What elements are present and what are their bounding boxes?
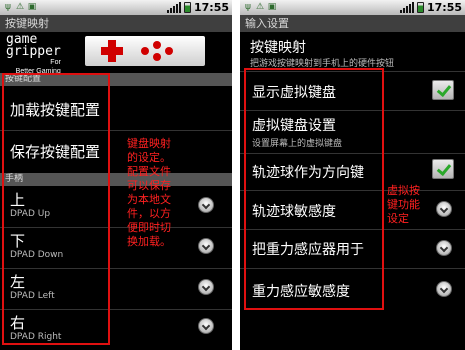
- gamegripper-logo: game gripper For Better Gaming: [6, 33, 61, 76]
- signal-icon: [166, 2, 181, 13]
- annotation-frame: [244, 68, 384, 310]
- annotation-text: 虚拟按 键功能 设定: [387, 184, 420, 226]
- annotation-line: 配置文件: [127, 165, 171, 178]
- annotation-line: 键盘映射: [127, 137, 171, 150]
- annotation-line: 设定: [387, 212, 409, 225]
- status-bar: ψ ⚠ ▣ 17:55: [240, 0, 465, 15]
- key-mapping-label: 按键映射: [250, 40, 306, 56]
- app-title: 按键映射: [0, 15, 232, 32]
- logo-text: gripper: [6, 44, 61, 59]
- annotation-line: 换加载。: [127, 235, 171, 248]
- check-icon[interactable]: [432, 80, 454, 100]
- annotation-line: 便即时切: [127, 221, 171, 234]
- gamepad-image: [85, 36, 205, 66]
- gamepad-button: [165, 47, 173, 55]
- dropdown-icon[interactable]: [198, 197, 214, 213]
- usb-icon: ψ: [5, 2, 11, 12]
- annotation-line: 可以保存: [127, 179, 171, 192]
- clock: 17:55: [426, 1, 462, 14]
- status-bar: ψ ⚠ ▣ 17:55: [0, 0, 232, 15]
- gamepad-button: [153, 41, 161, 49]
- annotation-line: 键功能: [387, 198, 420, 211]
- signal-icon: [399, 2, 414, 13]
- left-screen: ψ ⚠ ▣ 17:55 按键映射 game gripper For Better…: [0, 0, 232, 350]
- annotation-line: 的设定。: [127, 151, 171, 164]
- battery-icon: [183, 2, 191, 13]
- usb-icon: ψ: [245, 2, 251, 12]
- battery-icon: [416, 2, 424, 13]
- logo-sub: For: [50, 59, 61, 66]
- key-mapping-item[interactable]: 按键映射 把游戏按键映射到手机上的硬件按钮: [240, 33, 465, 72]
- app-title: 输入设置: [240, 15, 465, 32]
- dropdown-icon[interactable]: [198, 318, 214, 334]
- alert-icon: ⚠: [15, 2, 25, 12]
- alert-icon: ⚠: [255, 2, 265, 12]
- dropdown-icon[interactable]: [198, 238, 214, 254]
- game-icon: ▣: [267, 2, 277, 12]
- dropdown-icon[interactable]: [436, 281, 452, 297]
- annotation-line: 虚拟按: [387, 184, 420, 197]
- dropdown-icon[interactable]: [198, 279, 214, 295]
- dropdown-icon[interactable]: [436, 201, 452, 217]
- clock: 17:55: [193, 1, 229, 14]
- annotation-frame: [2, 73, 110, 345]
- gamepad-button: [141, 47, 149, 55]
- annotation-text: 键盘映射 的设定。 配置文件 可以保存 为本地文 件，以方 便即时切 换加载。: [127, 137, 171, 249]
- check-icon[interactable]: [432, 159, 454, 179]
- annotation-line: 件，以方: [127, 207, 171, 220]
- gamegripper-banner: game gripper For Better Gaming: [0, 32, 232, 75]
- annotation-line: 为本地文: [127, 193, 171, 206]
- game-icon: ▣: [27, 2, 37, 12]
- dpad-graphic: [101, 40, 123, 62]
- right-screen: ψ ⚠ ▣ 17:55 输入设置 按键映射 把游戏按键映射到手机上的硬件按钮 显…: [240, 0, 465, 350]
- dropdown-icon[interactable]: [436, 240, 452, 256]
- gamepad-button: [153, 53, 161, 61]
